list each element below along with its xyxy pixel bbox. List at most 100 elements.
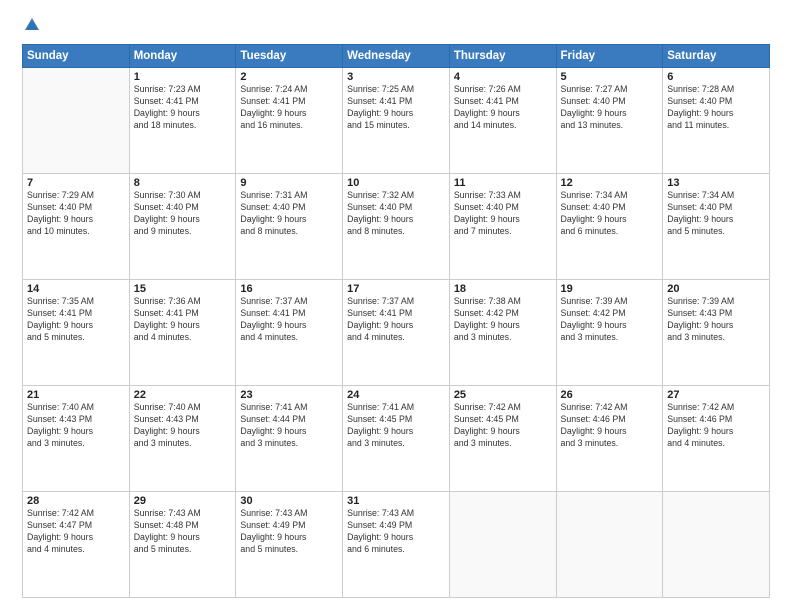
day-number: 15 (134, 283, 232, 295)
calendar-cell: 16Sunrise: 7:37 AM Sunset: 4:41 PM Dayli… (236, 280, 343, 386)
day-info: Sunrise: 7:36 AM Sunset: 4:41 PM Dayligh… (134, 296, 232, 344)
calendar-cell: 18Sunrise: 7:38 AM Sunset: 4:42 PM Dayli… (449, 280, 556, 386)
calendar-cell: 3Sunrise: 7:25 AM Sunset: 4:41 PM Daylig… (343, 68, 450, 174)
day-info: Sunrise: 7:35 AM Sunset: 4:41 PM Dayligh… (27, 296, 125, 344)
calendar-cell: 15Sunrise: 7:36 AM Sunset: 4:41 PM Dayli… (129, 280, 236, 386)
day-number: 2 (240, 71, 338, 83)
calendar-cell: 10Sunrise: 7:32 AM Sunset: 4:40 PM Dayli… (343, 174, 450, 280)
calendar-cell: 27Sunrise: 7:42 AM Sunset: 4:46 PM Dayli… (663, 386, 770, 492)
logo (22, 18, 41, 34)
day-number: 17 (347, 283, 445, 295)
day-info: Sunrise: 7:43 AM Sunset: 4:49 PM Dayligh… (240, 508, 338, 556)
day-number: 28 (27, 495, 125, 507)
day-number: 6 (667, 71, 765, 83)
day-info: Sunrise: 7:29 AM Sunset: 4:40 PM Dayligh… (27, 190, 125, 238)
day-info: Sunrise: 7:26 AM Sunset: 4:41 PM Dayligh… (454, 84, 552, 132)
day-info: Sunrise: 7:32 AM Sunset: 4:40 PM Dayligh… (347, 190, 445, 238)
day-number: 13 (667, 177, 765, 189)
column-header-wednesday: Wednesday (343, 45, 450, 68)
day-number: 1 (134, 71, 232, 83)
day-number: 16 (240, 283, 338, 295)
calendar-cell: 5Sunrise: 7:27 AM Sunset: 4:40 PM Daylig… (556, 68, 663, 174)
calendar-cell: 8Sunrise: 7:30 AM Sunset: 4:40 PM Daylig… (129, 174, 236, 280)
day-info: Sunrise: 7:43 AM Sunset: 4:48 PM Dayligh… (134, 508, 232, 556)
day-info: Sunrise: 7:23 AM Sunset: 4:41 PM Dayligh… (134, 84, 232, 132)
calendar-cell: 4Sunrise: 7:26 AM Sunset: 4:41 PM Daylig… (449, 68, 556, 174)
column-header-tuesday: Tuesday (236, 45, 343, 68)
day-number: 14 (27, 283, 125, 295)
day-info: Sunrise: 7:27 AM Sunset: 4:40 PM Dayligh… (561, 84, 659, 132)
calendar-cell (663, 492, 770, 598)
day-number: 30 (240, 495, 338, 507)
calendar-cell: 19Sunrise: 7:39 AM Sunset: 4:42 PM Dayli… (556, 280, 663, 386)
calendar-cell: 23Sunrise: 7:41 AM Sunset: 4:44 PM Dayli… (236, 386, 343, 492)
column-header-friday: Friday (556, 45, 663, 68)
day-number: 12 (561, 177, 659, 189)
day-info: Sunrise: 7:30 AM Sunset: 4:40 PM Dayligh… (134, 190, 232, 238)
calendar-cell: 25Sunrise: 7:42 AM Sunset: 4:45 PM Dayli… (449, 386, 556, 492)
day-info: Sunrise: 7:31 AM Sunset: 4:40 PM Dayligh… (240, 190, 338, 238)
calendar-cell: 17Sunrise: 7:37 AM Sunset: 4:41 PM Dayli… (343, 280, 450, 386)
day-info: Sunrise: 7:42 AM Sunset: 4:47 PM Dayligh… (27, 508, 125, 556)
day-number: 29 (134, 495, 232, 507)
day-info: Sunrise: 7:34 AM Sunset: 4:40 PM Dayligh… (667, 190, 765, 238)
day-info: Sunrise: 7:41 AM Sunset: 4:44 PM Dayligh… (240, 402, 338, 450)
calendar-cell: 24Sunrise: 7:41 AM Sunset: 4:45 PM Dayli… (343, 386, 450, 492)
logo-icon (23, 16, 41, 34)
calendar-cell: 30Sunrise: 7:43 AM Sunset: 4:49 PM Dayli… (236, 492, 343, 598)
day-info: Sunrise: 7:42 AM Sunset: 4:46 PM Dayligh… (561, 402, 659, 450)
day-number: 31 (347, 495, 445, 507)
calendar-cell: 13Sunrise: 7:34 AM Sunset: 4:40 PM Dayli… (663, 174, 770, 280)
calendar-cell: 26Sunrise: 7:42 AM Sunset: 4:46 PM Dayli… (556, 386, 663, 492)
day-number: 7 (27, 177, 125, 189)
header (22, 18, 770, 34)
calendar-cell: 22Sunrise: 7:40 AM Sunset: 4:43 PM Dayli… (129, 386, 236, 492)
day-info: Sunrise: 7:38 AM Sunset: 4:42 PM Dayligh… (454, 296, 552, 344)
calendar-cell: 12Sunrise: 7:34 AM Sunset: 4:40 PM Dayli… (556, 174, 663, 280)
calendar-cell: 29Sunrise: 7:43 AM Sunset: 4:48 PM Dayli… (129, 492, 236, 598)
calendar-cell: 14Sunrise: 7:35 AM Sunset: 4:41 PM Dayli… (23, 280, 130, 386)
calendar-cell: 11Sunrise: 7:33 AM Sunset: 4:40 PM Dayli… (449, 174, 556, 280)
day-info: Sunrise: 7:41 AM Sunset: 4:45 PM Dayligh… (347, 402, 445, 450)
day-number: 22 (134, 389, 232, 401)
calendar-cell: 20Sunrise: 7:39 AM Sunset: 4:43 PM Dayli… (663, 280, 770, 386)
day-info: Sunrise: 7:25 AM Sunset: 4:41 PM Dayligh… (347, 84, 445, 132)
calendar-cell (23, 68, 130, 174)
calendar-cell (556, 492, 663, 598)
column-header-saturday: Saturday (663, 45, 770, 68)
column-header-monday: Monday (129, 45, 236, 68)
day-number: 3 (347, 71, 445, 83)
day-number: 21 (27, 389, 125, 401)
calendar-cell: 31Sunrise: 7:43 AM Sunset: 4:49 PM Dayli… (343, 492, 450, 598)
day-number: 18 (454, 283, 552, 295)
day-info: Sunrise: 7:42 AM Sunset: 4:46 PM Dayligh… (667, 402, 765, 450)
calendar-cell: 6Sunrise: 7:28 AM Sunset: 4:40 PM Daylig… (663, 68, 770, 174)
day-number: 24 (347, 389, 445, 401)
day-number: 11 (454, 177, 552, 189)
day-info: Sunrise: 7:42 AM Sunset: 4:45 PM Dayligh… (454, 402, 552, 450)
column-header-thursday: Thursday (449, 45, 556, 68)
day-info: Sunrise: 7:40 AM Sunset: 4:43 PM Dayligh… (134, 402, 232, 450)
day-info: Sunrise: 7:24 AM Sunset: 4:41 PM Dayligh… (240, 84, 338, 132)
day-number: 19 (561, 283, 659, 295)
day-info: Sunrise: 7:37 AM Sunset: 4:41 PM Dayligh… (347, 296, 445, 344)
calendar-cell: 28Sunrise: 7:42 AM Sunset: 4:47 PM Dayli… (23, 492, 130, 598)
day-info: Sunrise: 7:39 AM Sunset: 4:42 PM Dayligh… (561, 296, 659, 344)
day-info: Sunrise: 7:39 AM Sunset: 4:43 PM Dayligh… (667, 296, 765, 344)
page: SundayMondayTuesdayWednesdayThursdayFrid… (0, 0, 792, 612)
day-number: 10 (347, 177, 445, 189)
column-header-sunday: Sunday (23, 45, 130, 68)
day-info: Sunrise: 7:43 AM Sunset: 4:49 PM Dayligh… (347, 508, 445, 556)
calendar-cell: 21Sunrise: 7:40 AM Sunset: 4:43 PM Dayli… (23, 386, 130, 492)
calendar-cell: 1Sunrise: 7:23 AM Sunset: 4:41 PM Daylig… (129, 68, 236, 174)
day-number: 27 (667, 389, 765, 401)
day-number: 26 (561, 389, 659, 401)
calendar-cell: 7Sunrise: 7:29 AM Sunset: 4:40 PM Daylig… (23, 174, 130, 280)
calendar-cell: 2Sunrise: 7:24 AM Sunset: 4:41 PM Daylig… (236, 68, 343, 174)
calendar-cell: 9Sunrise: 7:31 AM Sunset: 4:40 PM Daylig… (236, 174, 343, 280)
day-number: 23 (240, 389, 338, 401)
calendar-cell (449, 492, 556, 598)
day-number: 20 (667, 283, 765, 295)
day-number: 5 (561, 71, 659, 83)
day-info: Sunrise: 7:33 AM Sunset: 4:40 PM Dayligh… (454, 190, 552, 238)
